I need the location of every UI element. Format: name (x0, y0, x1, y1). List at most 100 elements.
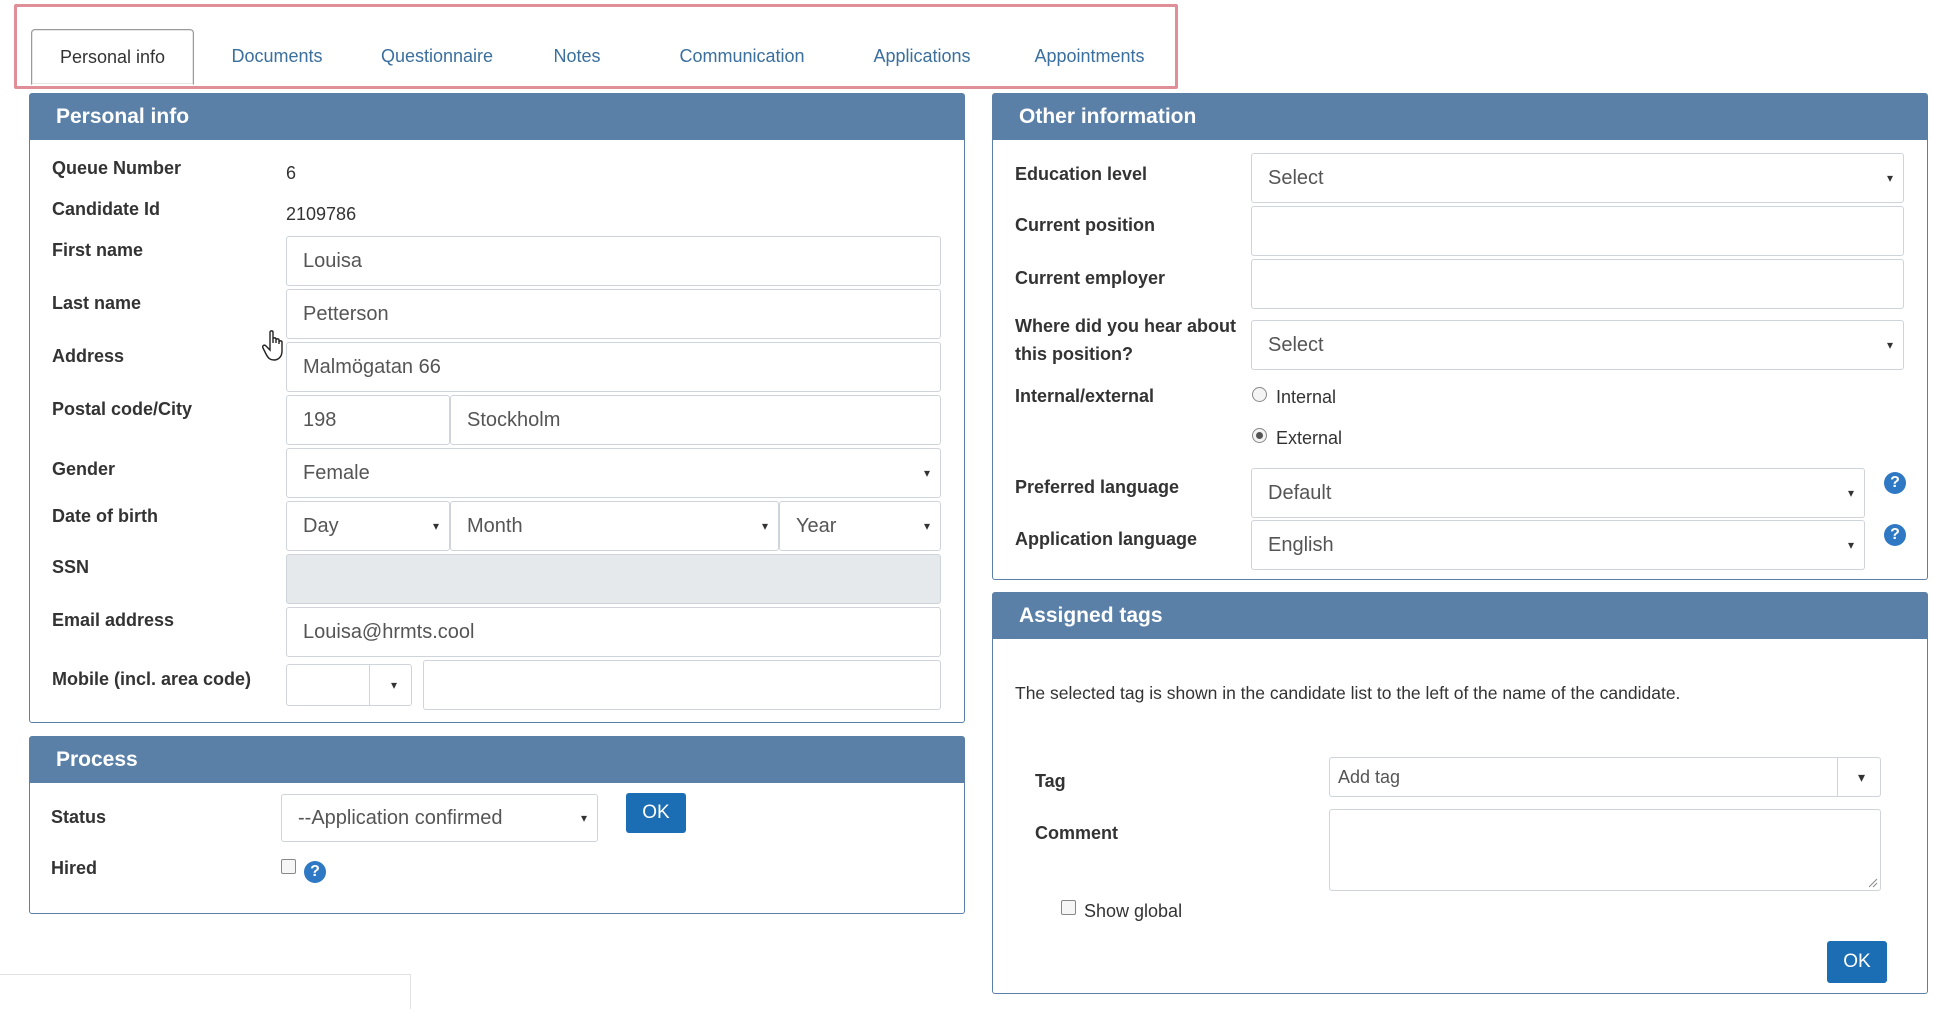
preferred-language-value: Default (1268, 482, 1332, 504)
tag-value: Add tag (1338, 767, 1401, 787)
application-language-value: English (1268, 534, 1334, 556)
gender-label: Gender (52, 459, 116, 479)
queue-number-label: Queue Number (52, 158, 182, 178)
preferred-language-select[interactable]: Default ▾ (1251, 468, 1865, 518)
candidate-id-value: 2109786 (286, 204, 357, 224)
status-select[interactable]: --Application confirmed ▾ (281, 794, 598, 842)
tab-applications[interactable]: Applications (852, 29, 992, 85)
help-icon[interactable]: ? (1884, 524, 1906, 546)
postal-code-input[interactable]: 198 (286, 395, 450, 445)
status-value: --Application confirmed (298, 807, 503, 829)
internal-external-label: Internal/external (1015, 386, 1155, 406)
status-ok-button[interactable]: OK (626, 793, 686, 833)
chevron-down-icon: ▾ (1847, 538, 1854, 552)
mobile-country-select[interactable]: ▾ (286, 664, 412, 706)
application-language-label: Application language (1015, 529, 1198, 549)
current-employer-label: Current employer (1015, 268, 1166, 288)
where-heard-value: Select (1268, 334, 1324, 356)
personal-info-header: Personal info (30, 94, 964, 140)
dob-day-value: Day (303, 515, 339, 537)
where-heard-label-line2: this position? (1015, 344, 1133, 364)
divider (369, 665, 370, 705)
last-name-input[interactable]: Petterson (286, 289, 941, 339)
mobile-number-input[interactable] (423, 660, 941, 710)
comment-textarea[interactable] (1329, 809, 1881, 891)
help-icon[interactable]: ? (1884, 472, 1906, 494)
chevron-down-icon: ▾ (1886, 171, 1893, 185)
education-level-value: Select (1268, 167, 1324, 189)
address-input[interactable]: Malmögatan 66 (286, 342, 941, 392)
process-panel: Process Status --Application confirmed ▾… (29, 736, 965, 914)
where-heard-label-line1: Where did you hear about (1015, 316, 1237, 336)
queue-number-value: 6 (286, 163, 297, 183)
tab-questionnaire[interactable]: Questionnaire (367, 29, 507, 85)
other-information-panel: Other information Education level Select… (992, 93, 1928, 580)
internal-radio[interactable] (1252, 387, 1267, 402)
chevron-down-icon: ▾ (1847, 486, 1854, 500)
last-name-label: Last name (52, 293, 142, 313)
tags-ok-button[interactable]: OK (1827, 941, 1887, 983)
city-input[interactable]: Stockholm (450, 395, 941, 445)
chevron-down-icon: ▾ (1886, 338, 1893, 352)
tags-description: The selected tag is shown in the candida… (1015, 683, 1681, 703)
postal-city-label: Postal code/City (52, 399, 193, 419)
application-language-select[interactable]: English ▾ (1251, 520, 1865, 570)
tag-label: Tag (1035, 771, 1066, 791)
tab-appointments[interactable]: Appointments (1017, 29, 1162, 85)
dob-year-value: Year (796, 515, 837, 537)
current-position-label: Current position (1015, 215, 1155, 235)
show-global-checkbox[interactable] (1061, 900, 1076, 915)
current-employer-input[interactable] (1251, 259, 1904, 309)
first-name-label: First name (52, 240, 144, 260)
bottom-strip (0, 974, 411, 1009)
where-heard-select[interactable]: Select ▾ (1251, 320, 1904, 370)
education-level-select[interactable]: Select ▾ (1251, 153, 1904, 203)
external-radio-label: External (1276, 428, 1343, 448)
dob-year-select[interactable]: Year ▾ (779, 501, 941, 551)
email-input[interactable]: Louisa@hrmts.cool (286, 607, 941, 657)
tab-communication[interactable]: Communication (657, 29, 827, 85)
chevron-down-icon: ▾ (432, 519, 439, 533)
tab-personal-info[interactable]: Personal info (31, 29, 194, 85)
email-label: Email address (52, 610, 175, 630)
assigned-tags-panel: Assigned tags The selected tag is shown … (992, 592, 1928, 994)
chevron-down-icon: ▾ (923, 466, 930, 480)
dob-day-select[interactable]: Day ▾ (286, 501, 450, 551)
divider (1837, 758, 1838, 796)
chevron-down-icon: ▾ (923, 519, 930, 533)
candidate-id-label: Candidate Id (52, 199, 161, 219)
other-information-header: Other information (993, 94, 1927, 140)
internal-radio-label: Internal (1276, 387, 1337, 407)
hired-label: Hired (51, 858, 98, 878)
ssn-label: SSN (52, 557, 90, 577)
chevron-down-icon: ▾ (390, 678, 397, 692)
external-radio[interactable] (1252, 428, 1267, 443)
mobile-label: Mobile (incl. area code) (52, 669, 252, 689)
process-header: Process (30, 737, 964, 783)
help-icon[interactable]: ? (304, 861, 326, 883)
education-level-label: Education level (1015, 164, 1148, 184)
hired-checkbox[interactable] (281, 859, 296, 874)
comment-label: Comment (1035, 823, 1119, 843)
dob-month-value: Month (467, 515, 523, 537)
assigned-tags-header: Assigned tags (993, 593, 1927, 639)
chevron-down-icon: ▾ (761, 519, 768, 533)
gender-select[interactable]: Female ▾ (286, 448, 941, 498)
hand-cursor-icon (262, 330, 283, 361)
tab-bar: Personal info Documents Questionnaire No… (14, 4, 1178, 89)
gender-value: Female (303, 462, 370, 484)
chevron-down-icon: ▾ (1857, 769, 1865, 785)
resize-handle-icon[interactable] (1868, 878, 1878, 888)
show-global-label: Show global (1084, 901, 1183, 921)
personal-info-panel: Personal info Queue Number 6 Candidate I… (29, 93, 965, 723)
preferred-language-label: Preferred language (1015, 477, 1180, 497)
current-position-input[interactable] (1251, 206, 1904, 256)
first-name-input[interactable]: Louisa (286, 236, 941, 286)
ssn-input (286, 554, 941, 604)
dob-month-select[interactable]: Month ▾ (450, 501, 779, 551)
chevron-down-icon: ▾ (580, 811, 587, 825)
tab-notes[interactable]: Notes (537, 29, 617, 85)
tab-documents[interactable]: Documents (217, 29, 337, 85)
status-label: Status (51, 807, 107, 827)
tag-select[interactable]: Add tag ▾ (1329, 757, 1881, 797)
